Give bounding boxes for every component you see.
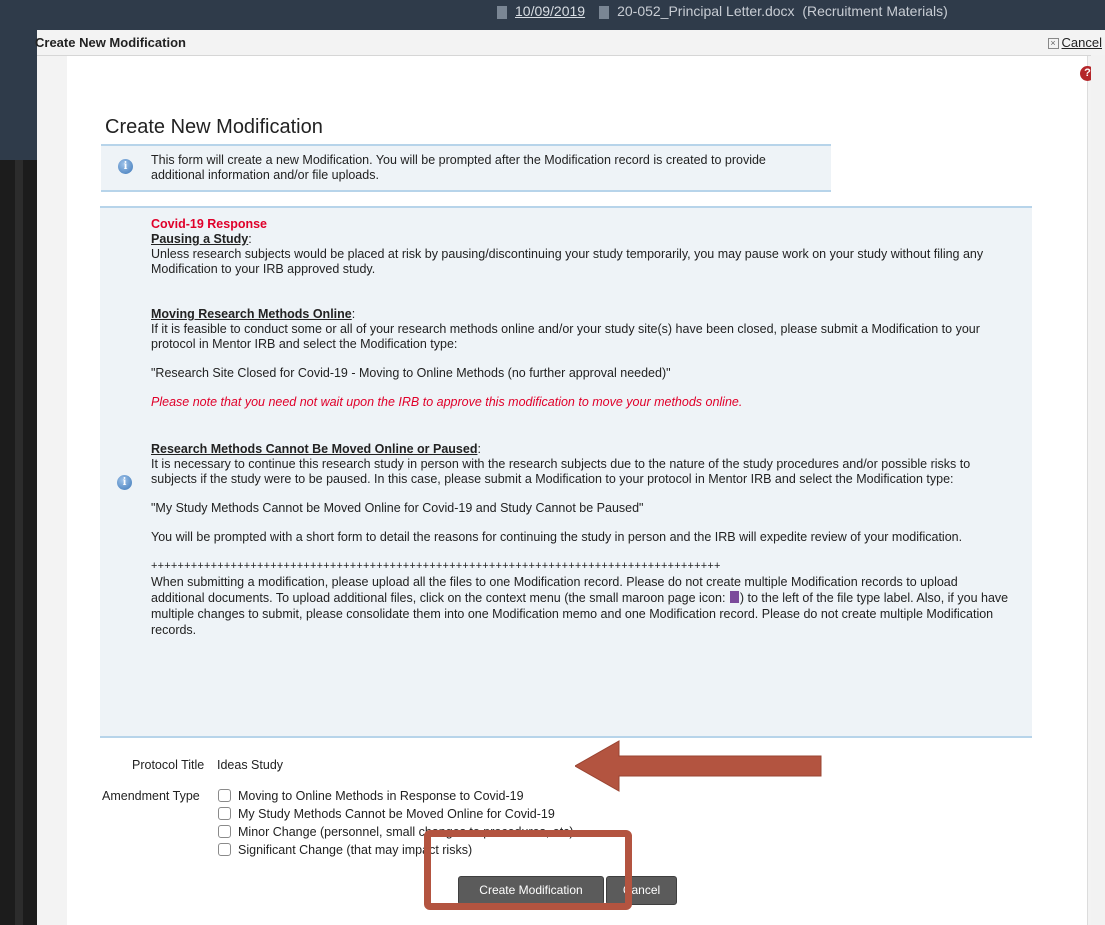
annotation-highlight-box	[424, 830, 632, 910]
create-modification-dialog: Create New Modification × Cancel ? Create…	[35, 30, 1105, 925]
online-quote: "Research Site Closed for Covid-19 - Mov…	[151, 366, 671, 380]
form-heading: Create New Modification	[105, 116, 323, 138]
annotation-arrow	[575, 740, 822, 792]
covid-title: Covid-19 Response	[151, 217, 268, 231]
dialog-content: ? Create New Modification i This form wi…	[67, 56, 1095, 925]
amendment-option-online[interactable]: Moving to Online Methods in Response to …	[218, 789, 524, 803]
amendment-option-cannot-move[interactable]: My Study Methods Cannot be Moved Online …	[218, 807, 555, 821]
file-date: 10/09/2019	[515, 3, 586, 19]
file-category: (Recruitment Materials)	[802, 3, 948, 19]
background-page-header: 10/09/2019 20-052_Principal Letter.docx (…	[0, 0, 1105, 30]
close-icon: ×	[1047, 38, 1059, 49]
amendment-option-label: My Study Methods Cannot be Moved Online …	[238, 807, 555, 821]
online-heading: Moving Research Methods Online	[151, 307, 352, 321]
info-icon: i	[118, 159, 133, 174]
amendment-type-label: Amendment Type	[102, 789, 200, 803]
cannot-move-note: You will be prompted with a short form t…	[151, 530, 963, 544]
info-message-box: i This form will create a new Modificati…	[101, 144, 831, 192]
separator-line: ++++++++++++++++++++++++++++++++++++++++…	[151, 560, 721, 572]
info-message-text: This form will create a new Modification…	[151, 153, 766, 182]
dialog-cancel-link[interactable]: × Cancel	[1047, 35, 1102, 50]
dialog-title: Create New Modification	[35, 35, 186, 50]
checkbox[interactable]	[218, 825, 231, 838]
dialog-cancel-label: Cancel	[1061, 35, 1102, 50]
online-note: Please note that you need not wait upon …	[151, 395, 743, 409]
background-right-strip	[1091, 55, 1105, 925]
info-icon: i	[117, 475, 132, 490]
file-name: 20-052_Principal Letter.docx	[617, 3, 795, 19]
protocol-title-value: Ideas Study	[217, 758, 284, 772]
pausing-text: Unless research subjects would be placed…	[151, 247, 984, 276]
background-left-shadow	[0, 160, 37, 925]
cannot-move-quote: "My Study Methods Cannot be Moved Online…	[151, 501, 644, 515]
protocol-title-label: Protocol Title	[132, 758, 205, 772]
document-icon	[599, 5, 610, 19]
cannot-move-heading: Research Methods Cannot Be Moved Online …	[151, 442, 478, 456]
amendment-option-label: Moving to Online Methods in Response to …	[238, 789, 524, 803]
checkbox[interactable]	[218, 807, 231, 820]
dialog-titlebar: Create New Modification × Cancel	[35, 30, 1105, 56]
checkbox[interactable]	[218, 843, 231, 856]
page-icon	[497, 5, 507, 19]
background-file-row: 10/09/2019 20-052_Principal Letter.docx (…	[497, 3, 948, 19]
covid-response-box: i Covid-19 Response Pausing a Study: Unl…	[100, 206, 1032, 738]
context-menu-page-icon	[729, 591, 739, 603]
pausing-heading: Pausing a Study	[151, 232, 249, 246]
cannot-move-text: It is necessary to continue this researc…	[151, 457, 971, 486]
online-text: If it is feasible to conduct some or all…	[151, 322, 980, 351]
covid-response-body: Covid-19 Response Pausing a Study: Unles…	[151, 217, 1011, 638]
checkbox[interactable]	[218, 789, 231, 802]
